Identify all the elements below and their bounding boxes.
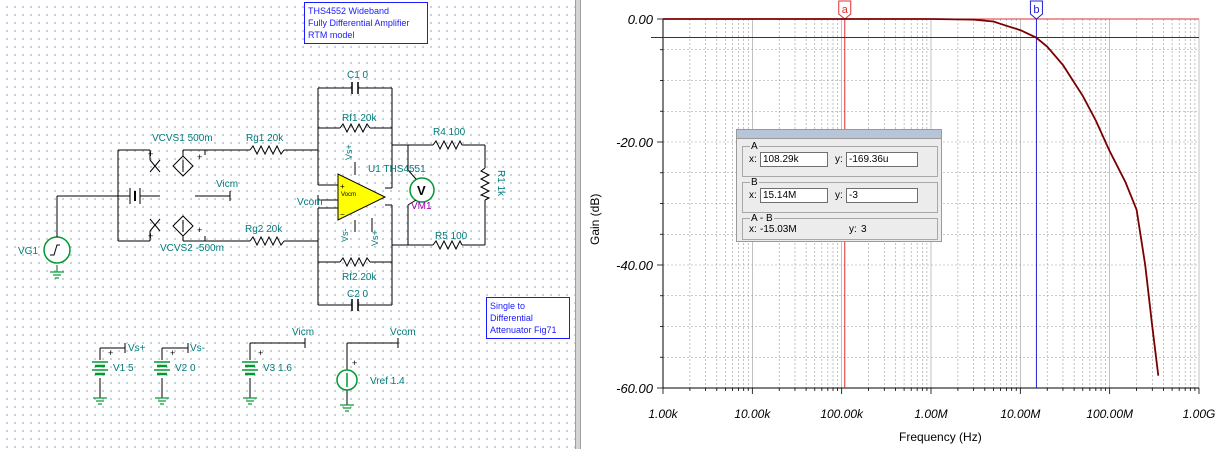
cursor-difference-title: A - B (750, 213, 774, 224)
cursor-a-x-field[interactable]: 108.29k (760, 152, 828, 167)
cursor-readout-panel[interactable]: A x: 108.29k y: -169.36u B x: 15.14M y: … (736, 129, 942, 242)
svg-text:−: − (340, 210, 345, 219)
svg-text:+: + (148, 149, 153, 159)
schematic-pane[interactable]: + + + + Vocm + − V + + + + C1 0 Rf1 20k … (0, 0, 575, 449)
cursor-b-y-label: y: (835, 190, 843, 201)
label-vs-plus-node: Vs+ (128, 343, 146, 354)
title-note-line: THS4552 Wideband (308, 6, 390, 16)
y-tick-label: -60.00 (616, 381, 654, 396)
y-tick-label: 0.00 (628, 12, 654, 27)
label-vm1: VM1 (411, 201, 432, 212)
label-v2: V2 0 (175, 363, 196, 374)
difference-y-label: y: (849, 224, 857, 235)
label-vcvs1: VCVS1 500m (152, 133, 213, 144)
resistor-r1 (479, 167, 491, 201)
label-c1: C1 0 (347, 70, 369, 81)
y-tick-label: -20.00 (616, 135, 654, 150)
label-rf2: Rf2 20k (342, 272, 377, 283)
title-note-line: RTM model (308, 30, 355, 40)
difference-x-label: x: (749, 224, 757, 235)
title-note-line: Fully Differential Amplifier (308, 18, 410, 28)
resistor-rg1 (249, 144, 285, 156)
svg-text:+: + (197, 152, 202, 162)
label-v3: V3 1.6 (263, 363, 292, 374)
label-rg1: Rg1 20k (246, 133, 284, 144)
svg-text:+: + (352, 358, 357, 368)
difference-y-value: 3 (861, 224, 867, 235)
label-r4: R4 100 (433, 127, 466, 138)
title-note[interactable]: THS4552 Wideband Fully Differential Ampl… (304, 2, 428, 44)
resistor-rf2 (339, 256, 371, 268)
resistor-rg2 (249, 235, 285, 247)
label-vcvs2: VCVS2 -500m (160, 243, 224, 254)
cursor-a-group: A x: 108.29k y: -169.36u (742, 141, 938, 177)
y-tick-label: -40.00 (616, 258, 654, 273)
label-vicm-src: Vicm (292, 327, 314, 338)
svg-text:+: + (258, 348, 263, 358)
cursor-b-flag-label: b (1033, 4, 1039, 16)
x-tick-label: 1.00G (1183, 407, 1216, 421)
label-vref: Vref 1.4 (370, 376, 405, 387)
x-tick-label: 10.00M (1000, 407, 1040, 421)
cursor-a-y-field[interactable]: -169.36u (846, 152, 918, 167)
label-v1: V1 5 (113, 363, 134, 374)
cursor-b-x-label: x: (749, 190, 757, 201)
svg-text:+: + (148, 231, 153, 241)
config-note-line: Attenuator Fig71 (490, 325, 557, 335)
cursor-b-title: B (750, 177, 759, 188)
x-tick-label: 1.00M (914, 407, 947, 421)
label-r1: R1 1k (495, 170, 506, 197)
label-rg2: Rg2 20k (245, 224, 283, 235)
difference-x-value: -15.03M (760, 224, 797, 235)
label-vs-minus-node: Vs- (190, 343, 205, 354)
label-vs-plus-bottom: Vs+ (370, 230, 380, 246)
x-tick-label: 10.00k (734, 407, 771, 421)
resistor-r4 (432, 139, 463, 151)
label-vicm-node: Vicm (216, 179, 238, 190)
label-vcom-src: Vcom (390, 327, 416, 338)
readout-titlebar[interactable] (737, 130, 941, 139)
bode-plot-pane[interactable]: 0.00 -20.00 -40.00 -60.00 1.00k 10.00k 100.00k… (581, 0, 1230, 449)
label-r5: R5 100 (435, 231, 468, 242)
cursor-b-group: B x: 15.14M y: -3 (742, 177, 938, 213)
cursor-a-x-label: x: (749, 154, 757, 165)
svg-text:+: + (108, 348, 113, 358)
svg-text:+: + (197, 225, 202, 235)
cursor-b-x-field[interactable]: 15.14M (760, 188, 828, 203)
x-axis-label: Frequency (Hz) (899, 430, 982, 444)
resistor-r5 (432, 239, 463, 251)
voltmeter-symbol: V (417, 183, 426, 198)
cursor-a-y-label: y: (835, 154, 843, 165)
cursor-a-flag-label: a (842, 4, 849, 16)
y-axis-label: Gain (dB) (588, 194, 602, 245)
label-c2: C2 0 (347, 289, 369, 300)
cursor-difference-group: A - B x: -15.03M y: 3 (742, 213, 938, 240)
label-vg1: VG1 (18, 246, 38, 257)
label-u1: U1 THS4551 (368, 164, 426, 175)
config-note[interactable]: Single to Differential Attenuator Fig71 (486, 297, 570, 339)
config-note-line: Single to (490, 301, 526, 311)
config-note-line: Differential (490, 313, 533, 323)
vocm-pin-label: Vocm (341, 192, 356, 198)
cursor-b-y-field[interactable]: -3 (846, 188, 918, 203)
x-tick-label: 1.00k (648, 407, 678, 421)
circuit-diagram[interactable]: + + + + Vocm + − V + + + + C1 0 Rf1 20k … (0, 0, 575, 449)
label-vcom-node: Vcom (297, 197, 323, 208)
label-vs-minus-pin: Vs- (340, 228, 350, 242)
x-tick-label: 100.00k (820, 407, 864, 421)
label-rf1: Rf1 20k (342, 113, 377, 124)
resistor-rf1 (339, 122, 371, 134)
svg-text:+: + (340, 182, 345, 191)
label-vs-plus-top: Vs+ (344, 144, 354, 160)
x-tick-label: 100.00M (1086, 407, 1133, 421)
svg-text:+: + (170, 348, 175, 358)
signal-source-vg1 (43, 236, 71, 264)
cursor-a-title: A (750, 141, 759, 152)
